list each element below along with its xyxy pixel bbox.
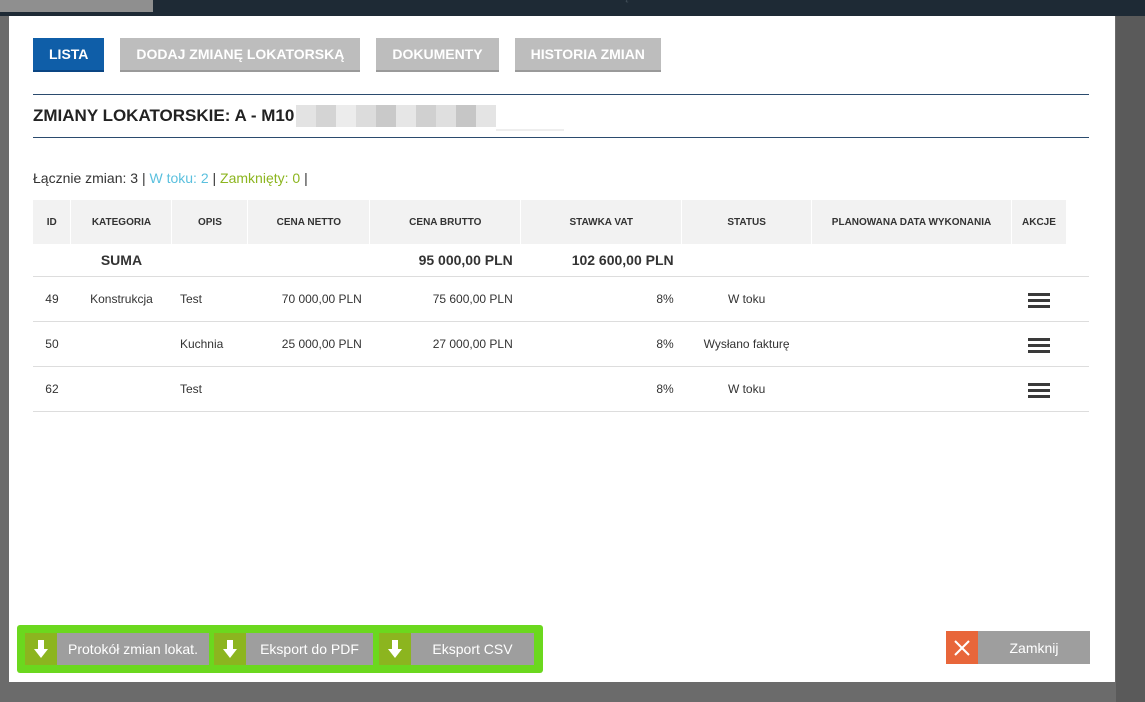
download-icon [25,633,57,665]
redacted-text [296,105,565,131]
sum-label: SUMA [70,244,172,277]
sum-vat: 102 600,00 PLN [520,244,682,277]
sum-row: SUMA 95 000,00 PLN 102 600,00 PLN [33,244,1089,277]
export-csv-button[interactable]: Eksport CSV [379,633,534,665]
sum-brutto: 95 000,00 PLN [369,244,521,277]
row-status: Wysłano fakturę [681,321,812,367]
header-spacer [1066,200,1090,244]
row-brutto: 27 000,00 PLN [369,321,521,367]
tab-bar: LISTA DODAJ ZMIANĘ LOKATORSKĄ DOKUMENTY … [33,38,677,72]
sum-pad-cell [1066,244,1089,277]
header-opis[interactable]: OPIS [171,200,249,244]
row-netto: 70 000,00 PLN [247,276,370,322]
row-brutto: 75 600,00 PLN [369,276,521,322]
close-button[interactable]: Zamknij [946,631,1090,664]
row-vat: 8% [520,321,682,367]
page-title: ZMIANY LOKATORSKIE: A - M10 [33,106,295,125]
nav-item-wiecej[interactable]: WIĘCEJ [584,0,676,12]
modal-backdrop [1116,16,1145,702]
row-opis: Kuchnia [171,321,248,367]
sum-opis-cell [171,244,248,277]
sum-id-cell [33,244,71,277]
row-plan [811,276,1012,322]
separator: | [212,170,217,186]
summary-counts: Łącznie zmian: 3 | W toku: 2 | Zamknięty… [33,170,308,186]
download-icon [379,633,411,665]
table-row[interactable]: 62 Test 8% W toku [33,366,1089,412]
separator: | [304,170,308,186]
changes-table: ID KATEGORIA OPIS CENA NETTO CENA BRUTTO… [33,200,1090,412]
row-akcje [1011,321,1067,367]
header-kategoria[interactable]: KATEGORIA [70,200,173,244]
row-pad [1066,366,1089,412]
page-title-row: ZMIANY LOKATORSKIE: A - M10 [33,105,565,131]
row-id: 62 [33,366,71,412]
row-id: 50 [33,321,71,367]
header-status[interactable]: STATUS [681,200,813,244]
row-kategoria [70,321,172,367]
row-akcje [1011,366,1067,412]
row-brutto [369,366,521,412]
row-plan [811,321,1012,367]
tab-dokumenty[interactable]: DOKUMENTY [376,38,499,72]
row-kategoria [70,366,172,412]
nav-item-maile[interactable]: MAILE [502,0,584,12]
nav-item-kalendarz[interactable]: KALENDARZ [153,0,277,12]
hamburger-menu-icon[interactable] [1027,383,1050,399]
hamburger-menu-icon[interactable] [1027,338,1050,354]
table-header-row: ID KATEGORIA OPIS CENA NETTO CENA BRUTTO… [33,200,1090,244]
row-netto: 25 000,00 PLN [247,321,370,367]
hamburger-menu-icon[interactable] [1027,293,1050,309]
protokol-label: Protokół zmian lokat. [68,641,198,657]
row-pad [1066,276,1089,322]
tab-dodaj-zmiane[interactable]: DODAJ ZMIANĘ LOKATORSKĄ [120,38,361,72]
nav-item-umowy[interactable]: UMOWY [409,0,502,12]
export-csv-label: Eksport CSV [432,641,513,657]
row-vat: 8% [520,276,682,322]
row-opis: Test [171,366,248,412]
separator: | [141,170,146,186]
row-opis: Test [171,276,248,322]
top-navigation: WYSZUKIWARKA KALENDARZ REZERWACJE UMOWY … [0,0,1145,16]
row-kategoria: Konstrukcja [70,276,172,322]
header-id[interactable]: ID [33,200,72,244]
tab-lista[interactable]: LISTA [33,38,105,72]
header-akcje: AKCJE [1011,200,1067,244]
table-row[interactable]: 50 Kuchnia 25 000,00 PLN 27 000,00 PLN 8… [33,321,1089,367]
close-icon [946,631,978,664]
sum-akcje-cell [1011,244,1067,277]
sum-netto [247,244,370,277]
row-id: 49 [33,276,71,322]
header-cena-netto[interactable]: CENA NETTO [247,200,371,244]
row-akcje [1011,276,1067,322]
in-progress-count[interactable]: W toku: 2 [149,170,208,186]
divider-bottom [33,137,1089,138]
table-row[interactable]: 49 Konstrukcja Test 70 000,00 PLN 75 600… [33,276,1089,322]
nav-item-rezerwacje[interactable]: REZERWACJE [276,0,409,12]
export-pdf-button[interactable]: Eksport do PDF [214,633,373,665]
row-status: W toku [681,276,812,322]
closed-count[interactable]: Zamknięty: 0 [220,170,300,186]
sum-plan-cell [811,244,1012,277]
modal-dialog: LISTA DODAJ ZMIANĘ LOKATORSKĄ DOKUMENTY … [9,16,1115,682]
header-cena-brutto[interactable]: CENA BRUTTO [369,200,522,244]
export-pdf-label: Eksport do PDF [260,641,359,657]
row-pad [1066,321,1089,367]
row-plan [811,366,1012,412]
header-planowana-data[interactable]: PLANOWANA DATA WYKONANIA [811,200,1012,244]
close-label: Zamknij [1009,639,1059,656]
protokol-button[interactable]: Protokół zmian lokat. [25,633,209,665]
header-stawka-vat[interactable]: STAWKA VAT [520,200,683,244]
download-icon [214,633,246,665]
divider-top [33,94,1089,95]
row-status: W toku [681,366,812,412]
row-netto [247,366,370,412]
row-vat: 8% [520,366,682,412]
nav-item-wyszukiwarka[interactable]: WYSZUKIWARKA [0,0,153,12]
sum-status-cell [681,244,812,277]
total-count: Łącznie zmian: 3 [33,170,139,186]
tab-historia-zmian[interactable]: HISTORIA ZMIAN [514,38,661,72]
